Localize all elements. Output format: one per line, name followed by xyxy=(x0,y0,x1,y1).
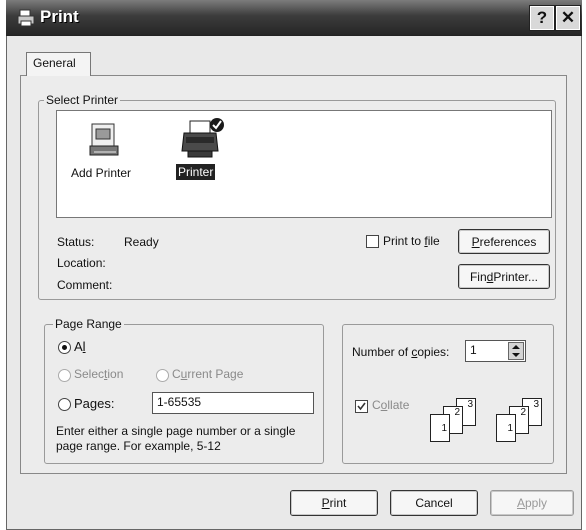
select-printer-label: Select Printer xyxy=(44,93,121,107)
pages-radio[interactable] xyxy=(58,398,71,411)
preferences-button[interactable]: Preferences xyxy=(458,229,550,254)
checkmark-icon xyxy=(357,402,366,411)
collate-label[interactable]: Collate xyxy=(372,398,409,412)
selection-label[interactable]: Selection xyxy=(74,367,123,381)
printer-list[interactable] xyxy=(56,110,552,218)
collate-illustration-set-1: 3 2 1 xyxy=(428,398,498,446)
apply-button[interactable]: Apply xyxy=(490,490,574,516)
add-printer-label: Add Printer xyxy=(71,166,132,180)
pages-label[interactable]: Pages: xyxy=(74,396,114,411)
collate-page: 1 xyxy=(496,414,516,442)
pages-input[interactable]: 1-65535 xyxy=(152,392,314,414)
print-to-file-label[interactable]: Print to file xyxy=(383,234,440,248)
printer-label: Printer xyxy=(176,164,216,180)
collate-illustration-set-2: 3 2 1 xyxy=(494,398,554,446)
collate-checkbox[interactable] xyxy=(355,400,368,413)
selection-radio[interactable] xyxy=(58,369,71,382)
help-button[interactable]: ? xyxy=(529,5,555,31)
page-range-hint-1: Enter either a single page number or a s… xyxy=(56,424,296,438)
collate-page: 1 xyxy=(430,414,450,442)
printer-title-icon xyxy=(17,9,35,27)
window-title: Print xyxy=(40,7,79,26)
page-range-label: Page Range xyxy=(53,317,124,331)
status-value: Ready xyxy=(124,235,159,249)
printer-icon xyxy=(181,118,224,158)
add-printer-icon xyxy=(89,123,119,156)
tab-general[interactable]: General xyxy=(26,52,91,76)
cancel-button[interactable]: Cancel xyxy=(390,490,478,516)
add-printer-item[interactable] xyxy=(86,120,124,160)
printer-item[interactable] xyxy=(180,115,228,161)
number-of-copies-label: Number of copies: xyxy=(352,345,450,359)
print-to-file-checkbox[interactable] xyxy=(366,235,379,248)
print-button[interactable]: Print xyxy=(290,490,378,516)
find-printer-button[interactable]: Fin d Printer... xyxy=(458,264,550,289)
current-page-radio[interactable] xyxy=(156,369,169,382)
page-range-hint-2: page range. For example, 5-12 xyxy=(56,439,221,453)
comment-label: Comment: xyxy=(57,278,113,292)
copies-spinner[interactable] xyxy=(508,342,524,360)
close-button[interactable]: ✕ xyxy=(555,5,581,31)
spinner-arrows-icon xyxy=(512,345,520,357)
current-page-label[interactable]: Current Page xyxy=(172,367,243,381)
status-label: Status: xyxy=(57,235,95,249)
title-bar[interactable] xyxy=(6,0,582,36)
all-label[interactable]: Al xyxy=(74,339,86,354)
location-label: Location: xyxy=(57,256,106,270)
all-radio[interactable] xyxy=(58,341,71,354)
